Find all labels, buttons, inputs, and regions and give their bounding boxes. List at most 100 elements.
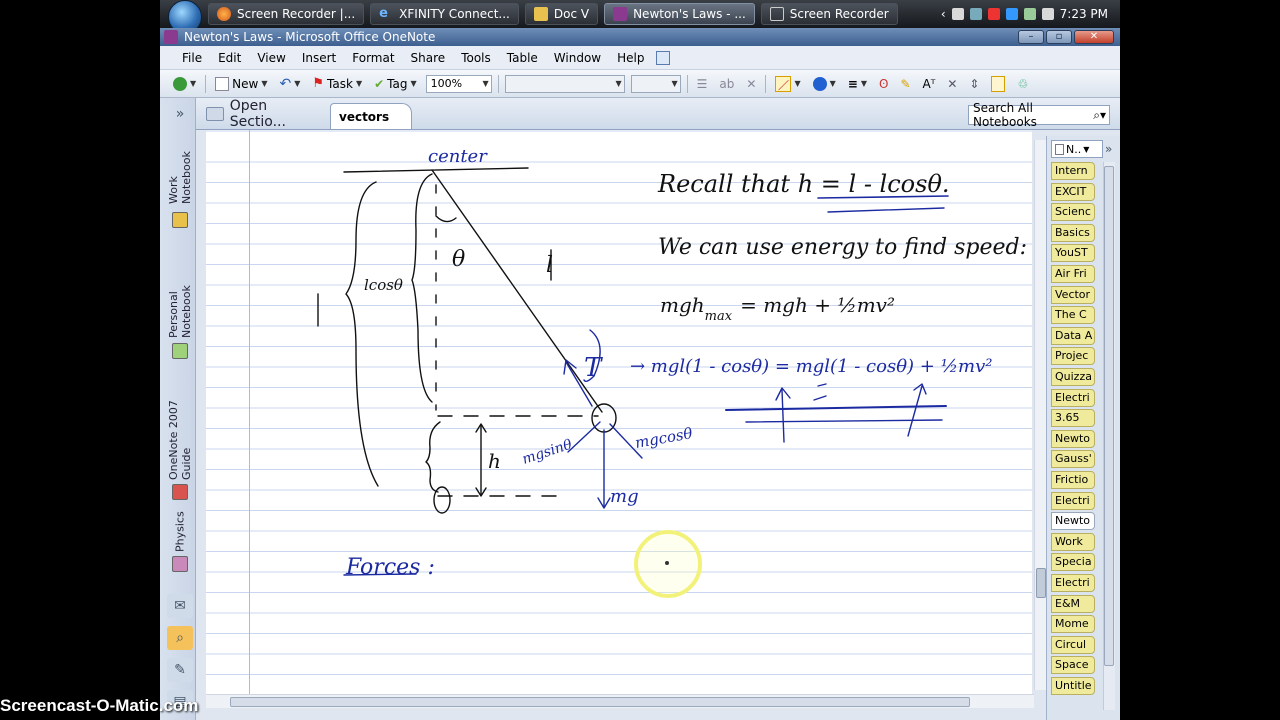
page-tab[interactable]: The C bbox=[1051, 306, 1095, 325]
spelling-button[interactable]: ab bbox=[716, 73, 737, 95]
notebook-icon[interactable] bbox=[172, 343, 188, 359]
open-sections-button[interactable]: Open Sectio... bbox=[196, 98, 326, 130]
pen-button[interactable]: ／ ▼ bbox=[772, 73, 803, 95]
page-tab[interactable]: Intern bbox=[1051, 162, 1095, 180]
page-tabs-scrollbar[interactable] bbox=[1103, 162, 1115, 710]
page-tab[interactable]: EXCIT bbox=[1051, 182, 1095, 201]
page-tab[interactable]: Newto bbox=[1051, 429, 1095, 448]
bullets-button[interactable]: ☰ bbox=[694, 73, 711, 95]
zoom-combo[interactable]: 100% ▼ bbox=[425, 74, 492, 93]
menu-format[interactable]: Format bbox=[344, 46, 402, 70]
menu-table[interactable]: Table bbox=[499, 46, 546, 70]
page-horizontal-scrollbar[interactable] bbox=[206, 694, 1034, 708]
page-tab[interactable]: 3.65 bbox=[1051, 409, 1095, 428]
page-tab[interactable]: Circul bbox=[1051, 635, 1095, 654]
lasso-button[interactable]: ʘ bbox=[876, 73, 891, 95]
page-tab[interactable]: Data A bbox=[1051, 326, 1095, 345]
page-tab[interactable]: Mome bbox=[1051, 615, 1095, 634]
page-tab[interactable]: Newto bbox=[1051, 512, 1095, 531]
scroll-thumb[interactable] bbox=[1036, 568, 1046, 598]
search-all-notebooks-input[interactable]: Search All Notebooks ⌕▾ bbox=[968, 101, 1110, 129]
tray-app-icon[interactable] bbox=[987, 8, 1000, 20]
ink-color-button[interactable]: ▼ bbox=[810, 73, 839, 95]
notebook-guide[interactable]: OneNote 2007 Guide bbox=[167, 368, 193, 480]
page-tab[interactable]: Scienc bbox=[1051, 203, 1095, 222]
task-button[interactable]: ⚑ Task ▼ bbox=[309, 73, 365, 95]
back-button[interactable]: ▼ bbox=[170, 73, 199, 95]
volume-icon[interactable] bbox=[1041, 8, 1054, 20]
scroll-thumb[interactable] bbox=[1104, 166, 1114, 666]
notebook-icon[interactable] bbox=[172, 484, 188, 500]
section-tab-vectors[interactable]: vectors bbox=[330, 103, 413, 129]
eraser-button[interactable]: ✎ bbox=[897, 73, 913, 95]
page-tab[interactable]: Electri bbox=[1051, 388, 1095, 407]
page-tab[interactable]: Electri bbox=[1051, 491, 1095, 510]
menu-help[interactable]: Help bbox=[609, 46, 652, 70]
task-screen-recorder[interactable]: Screen Recorder bbox=[760, 3, 898, 25]
insert-space-button[interactable]: ⇕ bbox=[966, 73, 982, 95]
search-icon[interactable]: ⌕▾ bbox=[1093, 108, 1106, 123]
menu-insert[interactable]: Insert bbox=[294, 46, 344, 70]
notebook-physics[interactable]: Physics bbox=[168, 508, 192, 556]
ink-to-text-button[interactable]: Aᵀ bbox=[920, 73, 939, 95]
minimize-button[interactable]: – bbox=[1018, 30, 1044, 44]
restore-button[interactable]: ▫ bbox=[1046, 30, 1072, 44]
tray-chevron-icon[interactable]: ‹ bbox=[941, 7, 946, 21]
expand-page-tabs-icon[interactable]: » bbox=[1105, 142, 1112, 156]
delete-button[interactable]: ✕ bbox=[743, 73, 759, 95]
tray-app-icon[interactable] bbox=[1005, 8, 1018, 20]
line-width-button[interactable]: ≡ ▼ bbox=[845, 73, 870, 95]
tags-summary-icon[interactable]: ✎ bbox=[167, 658, 193, 682]
search-results-icon[interactable]: ⌕ bbox=[167, 626, 193, 650]
page-tab[interactable]: Quizza bbox=[1051, 368, 1095, 386]
cancel-ink-button[interactable]: ✕ bbox=[944, 73, 960, 95]
page-tab[interactable]: Untitle bbox=[1051, 677, 1095, 695]
menu-edit[interactable]: Edit bbox=[210, 46, 249, 70]
new-button[interactable]: New ▼ bbox=[212, 73, 270, 95]
expand-notebooks-icon[interactable]: » bbox=[167, 102, 193, 126]
new-page-button[interactable]: N.. ▼ bbox=[1051, 140, 1103, 158]
menu-share[interactable]: Share bbox=[403, 46, 454, 70]
task-doc[interactable]: Doc V bbox=[524, 3, 599, 25]
task-screen-recorder-web[interactable]: Screen Recorder |... bbox=[208, 3, 365, 25]
menu-tools[interactable]: Tools bbox=[453, 46, 499, 70]
menu-window[interactable]: Window bbox=[546, 46, 609, 70]
undo-button[interactable]: ↶ ▼ bbox=[277, 73, 304, 95]
page-vertical-scrollbar[interactable] bbox=[1034, 140, 1046, 690]
page-tab[interactable]: YouST bbox=[1051, 244, 1095, 263]
notebook-icon[interactable] bbox=[172, 212, 188, 228]
page-tab[interactable]: Vector bbox=[1051, 285, 1095, 304]
tray-app-icon[interactable] bbox=[951, 8, 964, 20]
page-tab[interactable]: Frictio bbox=[1051, 471, 1095, 489]
page-tab[interactable]: Air Fri bbox=[1051, 265, 1095, 283]
page-tab[interactable]: E&M bbox=[1051, 594, 1095, 613]
notebook-personal[interactable]: Personal Notebook bbox=[167, 238, 193, 338]
menu-file[interactable]: File bbox=[174, 46, 210, 70]
notebook-label: OneNote 2007 Guide bbox=[167, 400, 193, 480]
page-tab[interactable]: Specia bbox=[1051, 553, 1095, 572]
help-window-icon[interactable] bbox=[656, 50, 671, 65]
menu-view[interactable]: View bbox=[249, 46, 293, 70]
network-icon[interactable] bbox=[1023, 8, 1036, 20]
notebook-icon[interactable] bbox=[172, 556, 188, 572]
task-onenote[interactable]: Newton's Laws - ... bbox=[604, 3, 755, 25]
task-xfinity[interactable]: e XFINITY Connect... bbox=[370, 3, 519, 25]
note-page[interactable]: center lcosθ θ l h Recall that h = l - l… bbox=[206, 130, 1032, 694]
page-tab[interactable]: Gauss' bbox=[1051, 450, 1095, 469]
page-view-button[interactable] bbox=[988, 73, 1008, 95]
page-tab[interactable]: Space bbox=[1051, 656, 1095, 675]
tray-app-icon[interactable] bbox=[969, 8, 982, 20]
unfiled-notes-icon[interactable]: ✉ bbox=[167, 594, 193, 618]
page-tab[interactable]: Projec bbox=[1051, 347, 1095, 366]
notebook-work[interactable]: Work Notebook bbox=[167, 124, 193, 204]
clock[interactable]: 7:23 PM bbox=[1060, 7, 1108, 21]
font-combo[interactable]: ▼ bbox=[504, 74, 625, 93]
page-tab[interactable]: Work bbox=[1051, 532, 1095, 551]
page-tab[interactable]: Electri bbox=[1051, 574, 1095, 592]
sync-button[interactable]: ♲ bbox=[1014, 73, 1031, 95]
page-tab[interactable]: Basics bbox=[1051, 223, 1095, 242]
tag-button[interactable]: ✔ Tag ▼ bbox=[371, 73, 420, 95]
font-size-combo[interactable]: ▼ bbox=[630, 74, 681, 93]
close-button[interactable]: ✕ bbox=[1074, 30, 1114, 44]
scroll-thumb[interactable] bbox=[230, 697, 970, 707]
